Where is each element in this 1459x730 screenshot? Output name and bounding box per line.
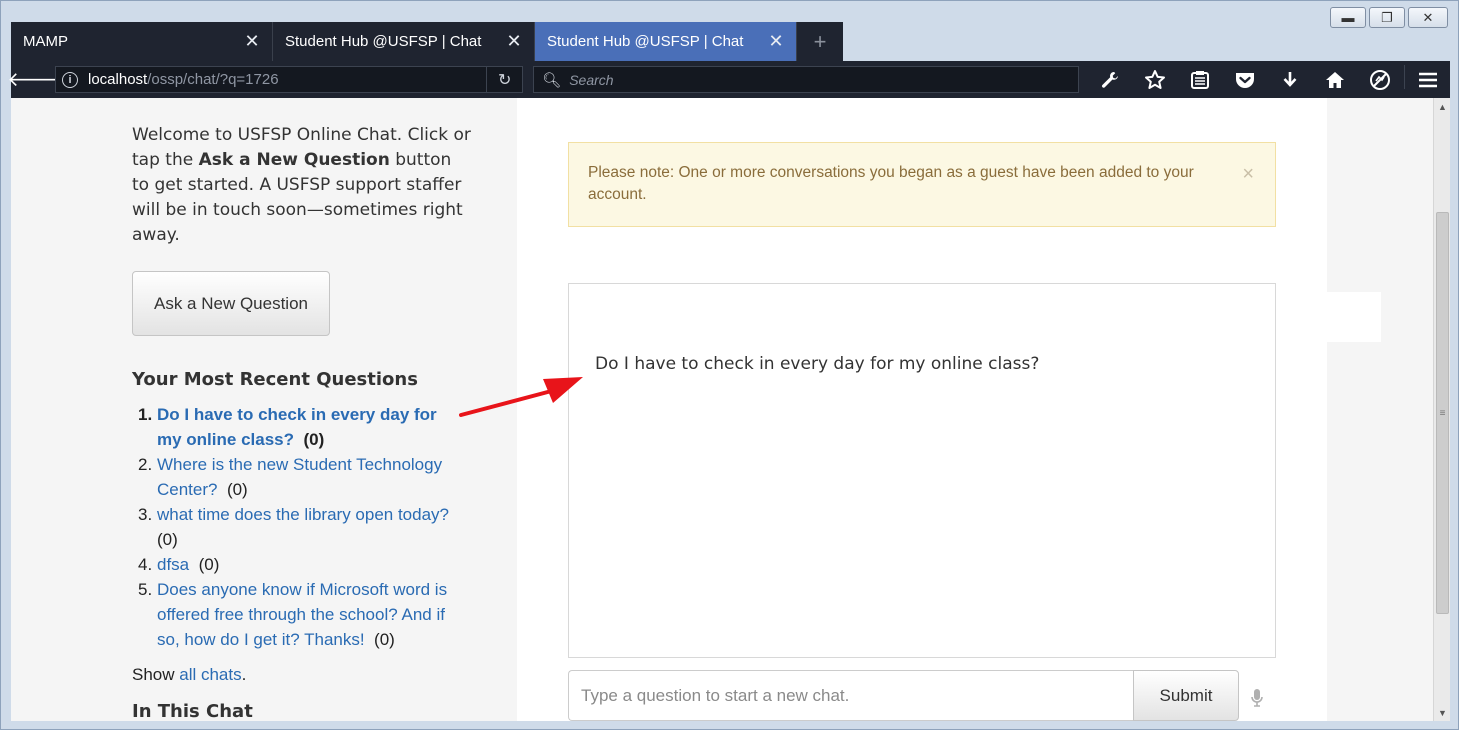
question-link[interactable]: Do I have to check in every day for my o… xyxy=(157,405,437,449)
submit-button[interactable]: Submit xyxy=(1133,670,1239,721)
arrow-left-icon: 🡐 xyxy=(7,69,61,91)
chat-message: Do I have to check in every day for my o… xyxy=(595,354,1040,374)
recent-questions-list: 1. Do I have to check in every day for m… xyxy=(132,402,472,652)
back-button[interactable]: 🡐 xyxy=(7,65,61,95)
search-bar[interactable]: 🔍︎ Search xyxy=(533,66,1079,93)
in-this-chat-heading: In This Chat xyxy=(132,701,253,721)
url-bar[interactable]: i localhost/ossp/chat/?q=1726 ↻ xyxy=(55,66,524,93)
list-item: 3. what time does the library open today… xyxy=(132,502,472,552)
scroll-down-icon[interactable]: ▼ xyxy=(1434,704,1451,721)
show-all-chats: Show all chats. xyxy=(132,665,472,685)
recent-questions-heading: Your Most Recent Questions xyxy=(132,369,418,390)
tab-close-icon[interactable]: ✕ xyxy=(768,31,784,52)
question-entry: what time does the library open today? (… xyxy=(157,502,462,552)
question-count: (0) xyxy=(198,555,220,574)
show-all-prefix: Show xyxy=(132,665,180,684)
question-entry: dfsa (0) xyxy=(157,552,462,577)
question-count: (0) xyxy=(374,630,395,649)
tab-student-hub-2-active[interactable]: Student Hub @USFSP | Chat ✕ xyxy=(535,22,797,61)
show-all-suffix: . xyxy=(241,665,247,684)
question-entry: Do I have to check in every day for my o… xyxy=(157,402,462,452)
chat-window: Do I have to check in every day for my o… xyxy=(568,283,1276,658)
url-host: localhost xyxy=(88,71,148,88)
question-number: 2. xyxy=(138,455,153,474)
annotation-arrow xyxy=(459,377,583,417)
home-icon[interactable] xyxy=(1312,65,1357,95)
alert-text: Please note: One or more conversations y… xyxy=(588,164,1194,203)
wrench-icon[interactable] xyxy=(1087,65,1132,95)
welcome-text-bold: Ask a New Question xyxy=(198,150,390,170)
new-question-form: Submit xyxy=(568,670,1239,721)
ask-new-question-button[interactable]: Ask a New Question xyxy=(132,271,330,336)
guest-conversations-alert: Please note: One or more conversations y… xyxy=(568,142,1276,227)
tab-strip: MAMP ✕ Student Hub @USFSP | Chat ✕ Stude… xyxy=(11,22,843,61)
close-window-button[interactable]: ✕ xyxy=(1408,7,1448,28)
list-item: 2. Where is the new Student Technology C… xyxy=(132,452,472,502)
tab-close-icon[interactable]: ✕ xyxy=(244,31,260,52)
menu-icon[interactable] xyxy=(1405,65,1450,95)
alert-close-icon[interactable]: × xyxy=(1242,163,1254,185)
reload-button[interactable]: ↻ xyxy=(486,67,522,92)
minimize-button[interactable]: ▬ xyxy=(1330,7,1366,28)
question-count: (0) xyxy=(226,480,248,499)
question-count: (0) xyxy=(157,530,178,549)
restore-button[interactable]: ❐ xyxy=(1369,7,1405,28)
no-script-icon[interactable] xyxy=(1357,65,1402,95)
question-count: (0) xyxy=(303,430,325,449)
microphone-icon[interactable] xyxy=(1250,688,1264,713)
question-number: 3. xyxy=(138,505,153,524)
navigation-bar: 🡐 i localhost/ossp/chat/?q=1726 ↻ 🔍︎ Sea… xyxy=(7,61,1450,98)
tab-title: MAMP xyxy=(23,33,68,50)
question-entry: Where is the new Student Technology Cent… xyxy=(157,452,462,502)
question-entry: Does anyone know if Microsoft word is of… xyxy=(157,577,462,652)
all-chats-link[interactable]: all chats xyxy=(179,665,241,684)
sidebar: Welcome to USFSP Online Chat. Click or t… xyxy=(132,123,472,721)
question-link[interactable]: Where is the new Student Technology Cent… xyxy=(157,455,442,499)
tab-title: Student Hub @USFSP | Chat xyxy=(547,33,744,50)
vertical-scrollbar[interactable]: ▲ ≡ ▼ xyxy=(1433,98,1450,721)
question-input[interactable] xyxy=(568,670,1133,721)
browser-window: ▬ ❐ ✕ MAMP ✕ Student Hub @USFSP | Chat ✕… xyxy=(0,0,1459,730)
question-link[interactable]: what time does the library open today? xyxy=(157,505,449,524)
question-number: 1. xyxy=(138,405,153,424)
question-link[interactable]: dfsa xyxy=(157,555,189,574)
question-link[interactable]: Does anyone know if Microsoft word is of… xyxy=(157,580,447,649)
reading-list-icon[interactable] xyxy=(1177,65,1222,95)
info-icon[interactable]: i xyxy=(62,71,78,88)
reload-icon: ↻ xyxy=(497,71,512,89)
tab-title: Student Hub @USFSP | Chat xyxy=(285,33,482,50)
scrollbar-thumb[interactable]: ≡ xyxy=(1436,212,1449,614)
star-icon[interactable] xyxy=(1132,65,1177,95)
tab-student-hub-1[interactable]: Student Hub @USFSP | Chat ✕ xyxy=(273,22,535,61)
new-tab-button[interactable]: + xyxy=(797,22,843,61)
scroll-up-icon[interactable]: ▲ xyxy=(1434,98,1451,115)
welcome-text: Welcome to USFSP Online Chat. Click or t… xyxy=(132,123,472,248)
download-icon[interactable] xyxy=(1267,65,1312,95)
pocket-icon[interactable] xyxy=(1222,65,1267,95)
toolbar-icons xyxy=(1087,64,1450,95)
url-text[interactable]: localhost/ossp/chat/?q=1726 xyxy=(88,71,486,88)
list-item: 4. dfsa (0) xyxy=(132,552,472,577)
url-path: /ossp/chat/?q=1726 xyxy=(147,71,279,88)
search-placeholder: Search xyxy=(569,71,614,88)
window-controls: ▬ ❐ ✕ xyxy=(1330,7,1448,28)
tab-close-icon[interactable]: ✕ xyxy=(506,31,522,52)
search-icon: 🔍︎ xyxy=(542,71,562,89)
page-viewport: Welcome to USFSP Online Chat. Click or t… xyxy=(11,98,1433,721)
tab-mamp[interactable]: MAMP ✕ xyxy=(11,22,273,61)
question-number: 4. xyxy=(138,555,153,574)
list-item: 5. Does anyone know if Microsoft word is… xyxy=(132,577,472,652)
chat-overlay-patch xyxy=(1326,292,1381,342)
question-number: 5. xyxy=(138,580,153,599)
list-item: 1. Do I have to check in every day for m… xyxy=(132,402,472,452)
